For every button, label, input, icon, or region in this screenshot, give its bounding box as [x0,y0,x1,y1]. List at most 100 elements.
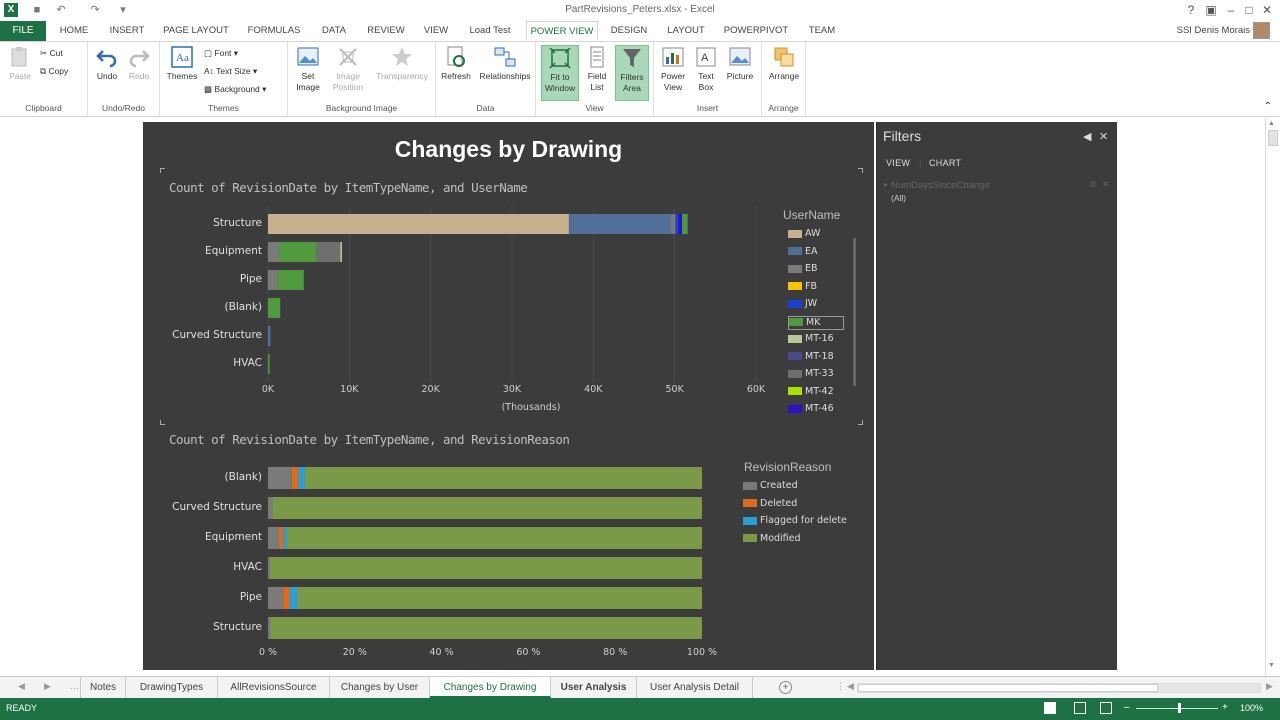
close-button[interactable]: ✕ [1256,2,1278,18]
set-image-button[interactable]: Set Image [290,45,326,93]
user-name[interactable]: SSI Denis Morais [1177,25,1250,36]
scroll-down-icon[interactable]: ▼ [1268,662,1275,669]
fit-to-window-button[interactable]: Fit to Window [541,45,579,101]
horizontal-scrollbar[interactable] [857,683,1261,693]
sheet-tab-notes[interactable]: Notes [80,677,126,698]
scroll-right-icon[interactable]: ▶ [1266,681,1273,692]
legend-item[interactable]: Deleted [743,498,797,512]
copy-button[interactable]: ⧉ Copy [40,64,68,78]
bar-segment[interactable] [283,527,287,549]
sheet-tab-changes-by-drawing[interactable]: Changes by Drawing [430,677,551,698]
undo-button[interactable]: Undo [92,45,122,82]
tab-review[interactable]: REVIEW [362,21,410,41]
bar-segment[interactable] [297,587,702,609]
paste-button[interactable]: Paste [6,45,34,82]
bar-segment[interactable] [268,617,271,639]
scroll-left-icon[interactable]: ◀ [847,681,854,692]
sheet-bar-splitter-icon[interactable]: ⋮ [836,681,845,692]
font-dropdown[interactable]: ▢ Font ▾ [204,46,238,60]
tab-layout[interactable]: LAYOUT [660,21,712,41]
page-break-view-icon[interactable] [1100,702,1112,714]
bar-segment[interactable] [291,467,299,489]
filter-field-name[interactable]: NumDaysSinceChange [891,180,990,191]
bar-segment[interactable] [283,587,290,609]
tab-load-test[interactable]: Load Test [462,21,518,41]
tab-home[interactable]: HOME [52,21,96,41]
sheet-tab-changes-by-user[interactable]: Changes by User [330,677,430,698]
ribbon-display-options-icon[interactable]: ▣ [1200,2,1222,18]
bar-segment[interactable] [270,617,702,639]
more-sheets-icon[interactable]: … [70,681,79,691]
sheet-tab-user-analysis[interactable]: User Analysis [551,677,637,698]
bar-segment[interactable] [268,497,273,519]
themes-button[interactable]: Aa Themes [164,45,200,82]
page-layout-view-icon[interactable] [1074,702,1086,714]
collapse-filters-icon[interactable]: ◀ [1083,130,1091,143]
tab-data[interactable]: DATA [314,21,354,41]
collapse-ribbon-icon[interactable]: ⌃ [1264,100,1272,114]
bar-segment[interactable] [268,527,279,549]
zoom-out-icon[interactable]: – [1124,702,1130,713]
transparency-button[interactable]: Transparency [372,45,432,82]
scroll-up-icon[interactable]: ▲ [1268,120,1275,127]
normal-view-icon[interactable] [1044,702,1056,714]
bar-segment[interactable] [272,497,702,519]
clear-filter-icon[interactable]: ⊘ [1089,179,1097,190]
new-sheet-icon[interactable]: + [779,681,792,694]
bar-segment[interactable] [268,587,284,609]
vertical-scrollbar[interactable]: ▲ ▼ [1265,118,1280,676]
close-filters-icon[interactable]: ✕ [1099,130,1108,143]
bar-segment[interactable] [304,467,702,489]
image-position-button[interactable]: Image Position [328,45,368,93]
legend-item[interactable]: Flagged for delete [743,515,847,529]
zoom-slider-track[interactable] [1136,708,1218,709]
picture-button[interactable]: Picture [722,45,758,82]
power-view-canvas[interactable]: Changes by Drawing Count of RevisionDate… [143,122,874,670]
zoom-level[interactable]: 100% [1240,703,1263,713]
bar-segment[interactable] [298,467,305,489]
next-sheet-icon[interactable]: ▶ [44,681,51,692]
bar-segment[interactable] [286,527,702,549]
tab-view[interactable]: VIEW [418,21,454,41]
avatar[interactable] [1253,22,1270,39]
background-dropdown[interactable]: ▩ Background ▾ [204,82,266,96]
sheet-tab-user-analysis-detail[interactable]: User Analysis Detail [637,677,753,698]
chart2-plot[interactable] [143,122,874,670]
legend-item[interactable]: Modified [743,533,801,547]
tab-insert[interactable]: INSERT [104,21,150,41]
vertical-scroll-thumb[interactable] [1268,130,1278,146]
redo-button[interactable]: Redo [124,45,154,82]
zoom-in-icon[interactable]: + [1222,702,1228,713]
horizontal-scroll-thumb[interactable] [858,684,1158,692]
filters-area-button[interactable]: Filters Area [615,45,649,101]
legend-item[interactable]: Created [743,480,798,494]
bar-segment[interactable] [268,557,271,579]
tab-formulas[interactable]: FORMULAS [242,21,306,41]
help-button[interactable]: ? [1180,2,1202,18]
expand-filter-icon[interactable]: ▸ [884,180,888,189]
prev-sheet-icon[interactable]: ◀ [18,681,25,692]
zoom-slider-thumb[interactable] [1178,703,1181,713]
tab-design[interactable]: DESIGN [606,21,652,41]
field-list-button[interactable]: Field List [582,45,612,93]
bar-segment[interactable] [289,587,298,609]
refresh-button[interactable]: Refresh [438,45,474,82]
tab-team[interactable]: TEAM [800,21,844,41]
arrange-button[interactable]: Arrange [764,45,804,82]
text-size-dropdown[interactable]: A↕ Text Size ▾ [204,64,257,78]
delete-filter-icon[interactable]: ✕ [1102,179,1110,190]
bar-segment[interactable] [268,467,292,489]
filters-tab-chart[interactable]: CHART [929,158,961,168]
text-box-button[interactable]: A Text Box [692,45,720,93]
sheet-tab-all-revisions-source[interactable]: AllRevisionsSource [218,677,330,698]
tab-page-layout[interactable]: PAGE LAYOUT [158,21,234,41]
bar-segment[interactable] [270,557,702,579]
bar-segment[interactable] [278,527,284,549]
cut-button[interactable]: ✂ Cut [40,46,63,60]
tab-powerpivot[interactable]: POWERPIVOT [720,21,792,41]
filters-tab-view[interactable]: VIEW [886,158,910,168]
relationships-button[interactable]: Relationships [476,45,534,82]
tab-file[interactable]: FILE [0,21,46,41]
tab-power-view[interactable]: POWER VIEW [526,21,598,41]
sheet-tab-drawing-types[interactable]: DrawingTypes [126,677,218,698]
